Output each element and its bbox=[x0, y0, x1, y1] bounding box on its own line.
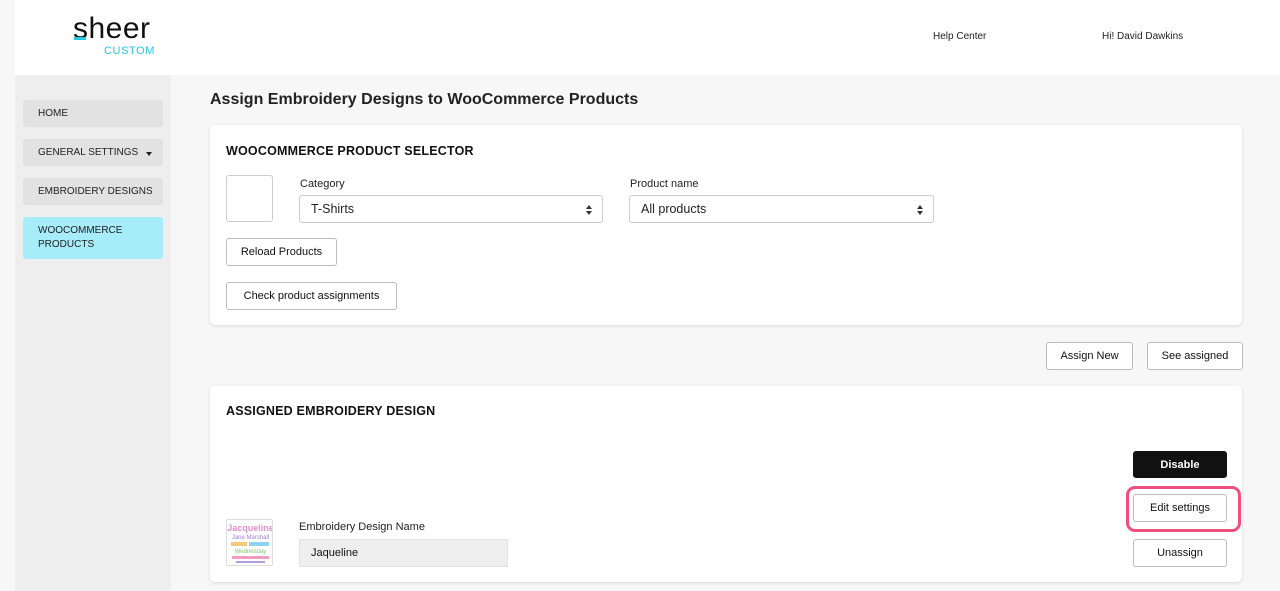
reload-products-button[interactable]: Reload Products bbox=[226, 238, 337, 266]
thumb-line-1: Jacqueline bbox=[227, 523, 273, 533]
thumb-line-2: Jane Marshall bbox=[232, 535, 269, 541]
help-center-link[interactable]: Help Center bbox=[933, 31, 986, 42]
category-label: Category bbox=[300, 178, 345, 190]
top-header: sheer CUSTOM Help Center Hi! David Dawki… bbox=[15, 0, 1280, 75]
sidebar-item-embroidery-designs[interactable]: EMBROIDERY DESIGNS bbox=[23, 178, 163, 205]
category-select[interactable]: T-Shirts bbox=[299, 195, 603, 223]
sidebar-item-label: HOME bbox=[38, 108, 68, 119]
logo-wordmark: sheer bbox=[73, 12, 151, 45]
page-title: Assign Embroidery Designs to WooCommerce… bbox=[210, 91, 639, 108]
check-product-assignments-button[interactable]: Check product assignments bbox=[226, 282, 397, 310]
sidebar-item-label: EMBROIDERY DESIGNS bbox=[38, 186, 153, 197]
product-image-placeholder bbox=[226, 175, 273, 222]
assign-new-button[interactable]: Assign New bbox=[1046, 342, 1133, 370]
select-arrows-icon bbox=[586, 205, 592, 215]
product-name-select[interactable]: All products bbox=[629, 195, 934, 223]
product-name-label: Product name bbox=[630, 178, 699, 190]
design-name-label: Embroidery Design Name bbox=[299, 521, 425, 533]
caret-down-icon bbox=[146, 152, 152, 156]
design-name-field[interactable]: Jaqueline bbox=[299, 539, 508, 567]
sidebar-item-home[interactable]: HOME bbox=[23, 100, 163, 127]
sidebar-item-label: GENERAL SETTINGS bbox=[38, 147, 139, 158]
sheer-custom-logo[interactable]: sheer CUSTOM bbox=[73, 12, 154, 58]
sidebar-item-label: WOOCOMMERCE PRODUCTS bbox=[38, 225, 123, 250]
product-name-select-value: All products bbox=[641, 202, 707, 216]
assigned-title: ASSIGNED EMBROIDERY DESIGN bbox=[226, 404, 436, 418]
selector-title: WOOCOMMERCE PRODUCT SELECTOR bbox=[226, 144, 474, 158]
select-arrows-icon bbox=[917, 205, 923, 215]
disable-button[interactable]: Disable bbox=[1133, 451, 1227, 478]
sidebar: HOME GENERAL SETTINGS EMBROIDERY DESIGNS… bbox=[15, 75, 171, 591]
user-greeting[interactable]: Hi! David Dawkins bbox=[1102, 31, 1183, 42]
category-select-value: T-Shirts bbox=[311, 202, 355, 216]
sidebar-item-woocommerce-products[interactable]: WOOCOMMERCE PRODUCTS bbox=[23, 217, 163, 259]
logo-subtitle: CUSTOM bbox=[104, 45, 156, 57]
thumb-line-3: Wednesday bbox=[235, 549, 267, 555]
see-assigned-button[interactable]: See assigned bbox=[1147, 342, 1243, 370]
embroidery-design-thumbnail: Jacqueline Jane Marshall Wednesday bbox=[226, 519, 273, 566]
edit-settings-highlight bbox=[1126, 486, 1241, 532]
embroidery-design-image: Jacqueline Jane Marshall Wednesday bbox=[227, 520, 273, 565]
sidebar-item-general-settings[interactable]: GENERAL SETTINGS bbox=[23, 139, 163, 166]
unassign-button[interactable]: Unassign bbox=[1133, 539, 1227, 567]
